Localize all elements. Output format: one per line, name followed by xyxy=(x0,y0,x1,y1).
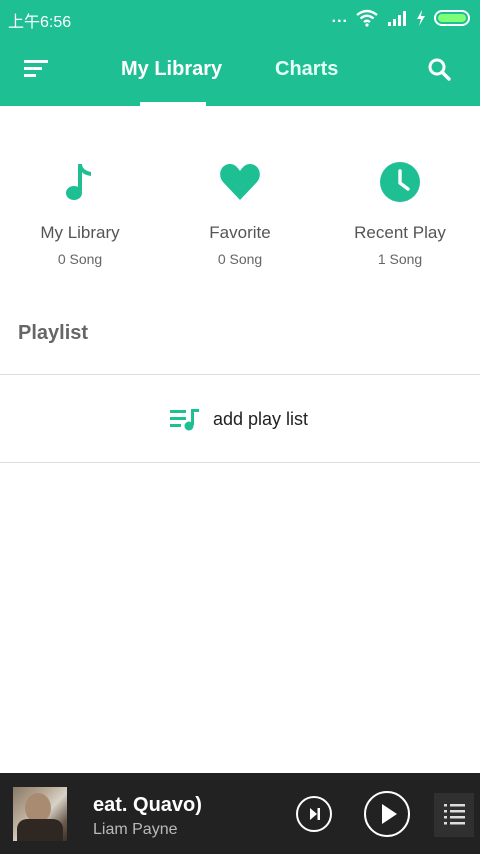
quick-title: Recent Play xyxy=(354,223,446,242)
track-artist: Liam Payne xyxy=(93,821,178,838)
search-button[interactable] xyxy=(426,56,454,84)
next-button[interactable] xyxy=(296,796,332,832)
status-bar: 上午6:56 ... xyxy=(0,0,480,36)
quick-title: Favorite xyxy=(209,223,271,242)
play-button[interactable] xyxy=(364,791,410,837)
battery-icon xyxy=(434,10,470,26)
clock-icon xyxy=(380,162,420,202)
add-playlist-label: add play list xyxy=(213,409,309,429)
album-art[interactable] xyxy=(13,787,67,841)
queue-list-icon xyxy=(444,804,465,825)
mini-player[interactable]: eat. Quavo) Liam Payne xyxy=(0,773,480,854)
album-art-body xyxy=(17,819,63,841)
status-icons: ... xyxy=(332,8,470,28)
search-icon xyxy=(428,58,451,81)
quick-count: 0 Song xyxy=(217,251,263,267)
menu-button[interactable] xyxy=(22,54,52,84)
add-playlist-button[interactable]: add play list xyxy=(0,375,480,462)
quick-favorite[interactable]: Favorite 0 Song xyxy=(160,160,320,267)
app-header: 上午6:56 ... My Library Charts xyxy=(0,0,480,106)
play-icon xyxy=(382,804,397,824)
battery-level xyxy=(438,14,466,22)
playlist-add-icon xyxy=(170,409,199,431)
quick-count: 0 Song xyxy=(57,251,103,267)
quick-title: My Library xyxy=(40,223,120,242)
charging-icon xyxy=(417,10,425,26)
more-dots-icon: ... xyxy=(331,9,348,26)
track-title: eat. Quavo) xyxy=(93,794,202,816)
divider xyxy=(0,462,480,463)
status-time: 上午6:56 xyxy=(8,14,72,31)
quick-count: 1 Song xyxy=(377,251,423,267)
playlist-section-title: Playlist xyxy=(18,322,89,344)
music-note-icon xyxy=(66,164,91,200)
skip-next-icon xyxy=(310,808,320,820)
menu-icon xyxy=(24,60,48,77)
active-tab-indicator xyxy=(140,102,206,106)
signal-icon xyxy=(388,11,406,26)
wifi-icon xyxy=(356,9,378,27)
toolbar: My Library Charts xyxy=(0,36,480,106)
tab-charts[interactable]: Charts xyxy=(275,58,338,81)
quick-my-library[interactable]: My Library 0 Song xyxy=(0,160,160,267)
quick-recent-play[interactable]: Recent Play 1 Song xyxy=(320,160,480,267)
heart-icon xyxy=(220,164,260,200)
queue-button[interactable] xyxy=(434,793,474,837)
tab-my-library[interactable]: My Library xyxy=(121,58,222,81)
